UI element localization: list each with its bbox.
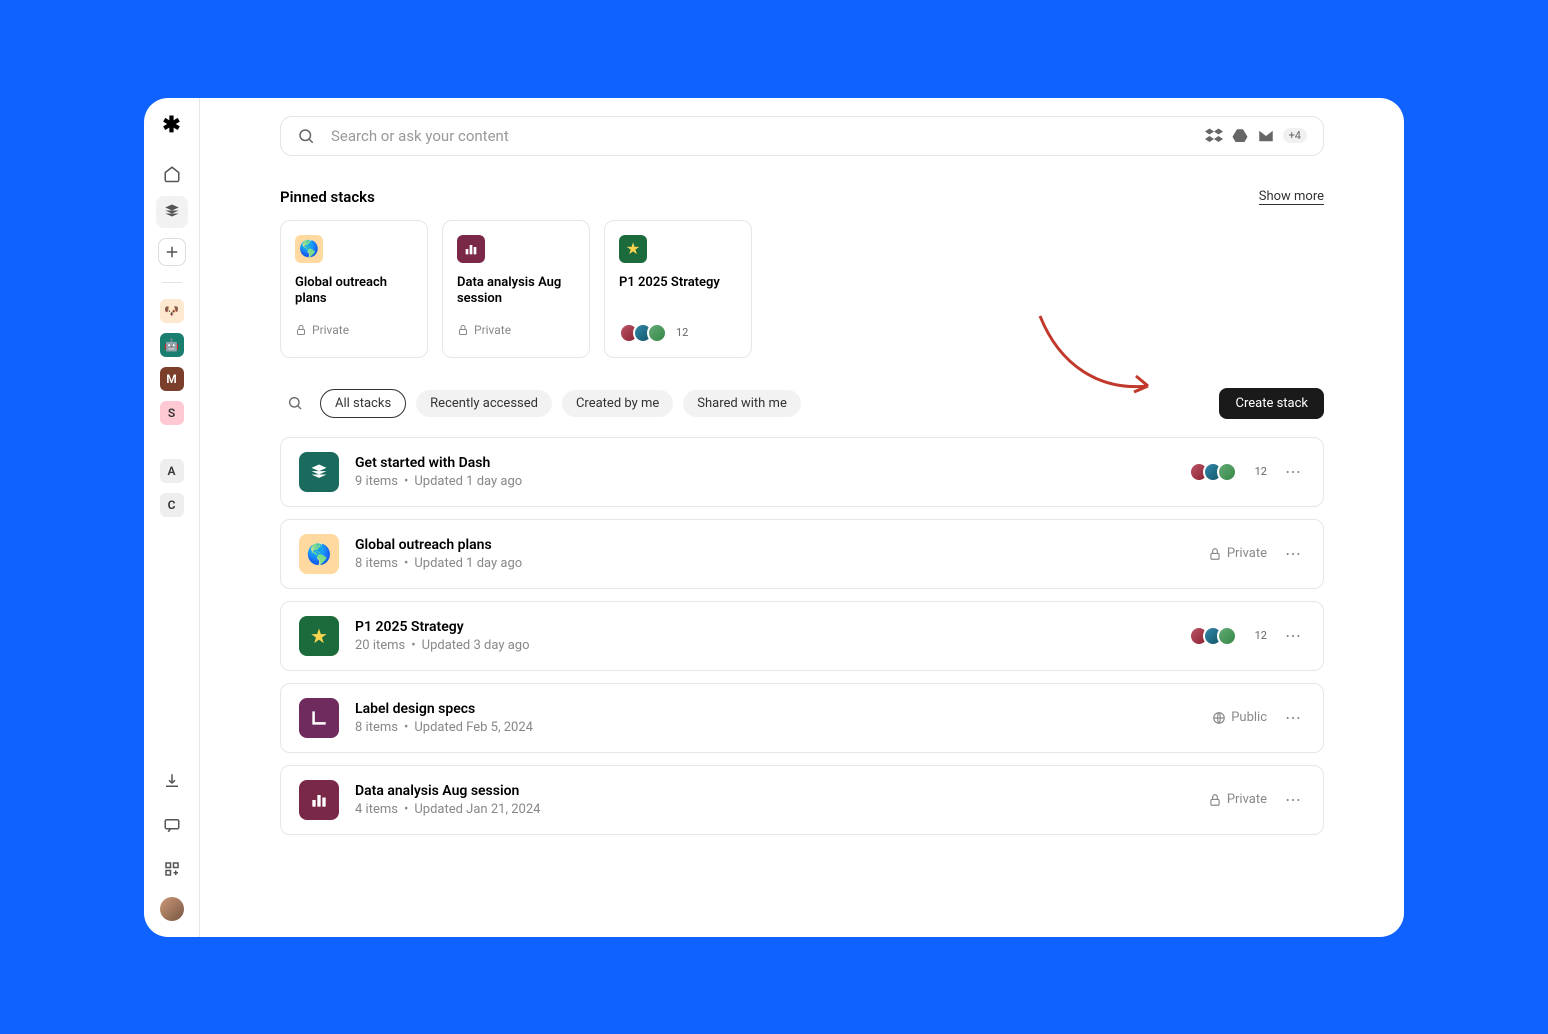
- nav-stacks[interactable]: [156, 196, 188, 228]
- filter-search-button[interactable]: [280, 388, 310, 418]
- workspace-2[interactable]: 🤖: [160, 333, 184, 357]
- pinned-card-analysis[interactable]: Data analysis Aug session Private: [442, 220, 590, 358]
- workspace-3[interactable]: M: [160, 367, 184, 391]
- nav-chat[interactable]: [156, 809, 188, 841]
- member-count: 12: [1255, 465, 1267, 478]
- chart-icon: [299, 780, 339, 820]
- star-icon: ★: [619, 235, 647, 263]
- pinned-row: 🌎 Global outreach plans Private Data ana…: [280, 220, 1324, 358]
- drive-icon: [1231, 127, 1249, 145]
- visibility-private: Private: [1208, 792, 1267, 807]
- globe-icon: [1212, 711, 1226, 725]
- member-count: 12: [676, 326, 688, 339]
- stack-meta: 8 items•Updated 1 day ago: [355, 556, 1192, 571]
- globe-icon: 🌎: [299, 534, 339, 574]
- pinned-title: Global outreach plans: [295, 275, 413, 309]
- stack-row-analysis[interactable]: Data analysis Aug session 4 items•Update…: [280, 765, 1324, 835]
- stack-row-strategy[interactable]: ★ P1 2025 Strategy 20 items•Updated 3 da…: [280, 601, 1324, 671]
- more-button[interactable]: ⋯: [1281, 706, 1305, 730]
- stack-meta: 4 items•Updated Jan 21, 2024: [355, 802, 1192, 817]
- app-logo[interactable]: ✱: [160, 114, 184, 138]
- stack-row-dash[interactable]: Get started with Dash 9 items•Updated 1 …: [280, 437, 1324, 507]
- sidebar: ✱ 🐶 🤖 M S A C: [144, 98, 200, 937]
- main-content: +4 Pinned stacks Show more 🌎 Global outr…: [200, 98, 1404, 937]
- stack-layers-icon: [299, 452, 339, 492]
- search-input[interactable]: [331, 127, 1189, 145]
- download-icon: [163, 772, 181, 790]
- search-icon: [287, 395, 303, 411]
- globe-icon: 🌎: [295, 235, 323, 263]
- more-button[interactable]: ⋯: [1281, 542, 1305, 566]
- dropbox-icon: [1205, 127, 1223, 145]
- visibility-public: Public: [1212, 710, 1267, 725]
- nav-add[interactable]: [158, 238, 186, 266]
- pinned-title: P1 2025 Strategy: [619, 275, 737, 309]
- stack-list: Get started with Dash 9 items•Updated 1 …: [280, 437, 1324, 835]
- filter-all-stacks[interactable]: All stacks: [320, 389, 406, 418]
- filter-shared-with-me[interactable]: Shared with me: [683, 390, 801, 417]
- show-more-link[interactable]: Show more: [1259, 189, 1324, 205]
- more-apps-badge[interactable]: +4: [1283, 128, 1307, 143]
- more-button[interactable]: ⋯: [1281, 624, 1305, 648]
- stack-title: Global outreach plans: [355, 537, 1192, 553]
- more-button[interactable]: ⋯: [1281, 460, 1305, 484]
- stacks-icon: [163, 203, 181, 221]
- chart-icon: [457, 235, 485, 263]
- stack-meta: 8 items•Updated Feb 5, 2024: [355, 720, 1196, 735]
- privacy-indicator: Private: [457, 323, 575, 337]
- member-avatar: [647, 323, 667, 343]
- search-icon: [297, 127, 315, 145]
- workspace-6[interactable]: C: [160, 493, 184, 517]
- stack-title: Label design specs: [355, 701, 1196, 717]
- pinned-title: Data analysis Aug session: [457, 275, 575, 309]
- filter-recently-accessed[interactable]: Recently accessed: [416, 390, 552, 417]
- app-window: ✱ 🐶 🤖 M S A C: [144, 98, 1404, 937]
- workspace-4[interactable]: S: [160, 401, 184, 425]
- create-stack-button[interactable]: Create stack: [1219, 388, 1324, 419]
- plus-icon: [163, 243, 181, 261]
- divider: [162, 282, 182, 283]
- nav-download[interactable]: [156, 765, 188, 797]
- members-cluster: [1189, 462, 1237, 482]
- lock-icon: [1208, 793, 1222, 807]
- members-cluster: [1189, 626, 1237, 646]
- filter-row: All stacks Recently accessed Created by …: [280, 388, 1324, 419]
- gmail-icon: [1257, 127, 1275, 145]
- connected-apps: +4: [1205, 127, 1307, 145]
- lock-icon: [1208, 547, 1222, 561]
- filter-created-by-me[interactable]: Created by me: [562, 390, 673, 417]
- stack-title: Get started with Dash: [355, 455, 1173, 471]
- stack-meta: 9 items•Updated 1 day ago: [355, 474, 1173, 489]
- privacy-indicator: Private: [295, 323, 413, 337]
- workspace-1[interactable]: 🐶: [160, 299, 184, 323]
- ruler-icon: [299, 698, 339, 738]
- home-icon: [163, 165, 181, 183]
- grid-icon: [163, 860, 181, 878]
- member-count: 12: [1255, 629, 1267, 642]
- lock-icon: [295, 324, 307, 336]
- members-indicator: 12: [619, 323, 737, 343]
- pinned-card-strategy[interactable]: ★ P1 2025 Strategy 12: [604, 220, 752, 358]
- stack-title: Data analysis Aug session: [355, 783, 1192, 799]
- stack-row-global[interactable]: 🌎 Global outreach plans 8 items•Updated …: [280, 519, 1324, 589]
- user-avatar[interactable]: [160, 897, 184, 921]
- stack-title: P1 2025 Strategy: [355, 619, 1173, 635]
- nav-home[interactable]: [156, 158, 188, 190]
- pinned-card-global[interactable]: 🌎 Global outreach plans Private: [280, 220, 428, 358]
- visibility-private: Private: [1208, 546, 1267, 561]
- pinned-heading: Pinned stacks: [280, 188, 375, 206]
- stack-row-label[interactable]: Label design specs 8 items•Updated Feb 5…: [280, 683, 1324, 753]
- stack-meta: 20 items•Updated 3 day ago: [355, 638, 1173, 653]
- chat-icon: [163, 816, 181, 834]
- star-icon: ★: [299, 616, 339, 656]
- nav-apps[interactable]: [156, 853, 188, 885]
- workspace-5[interactable]: A: [160, 459, 184, 483]
- more-button[interactable]: ⋯: [1281, 788, 1305, 812]
- lock-icon: [457, 324, 469, 336]
- search-bar[interactable]: +4: [280, 116, 1324, 156]
